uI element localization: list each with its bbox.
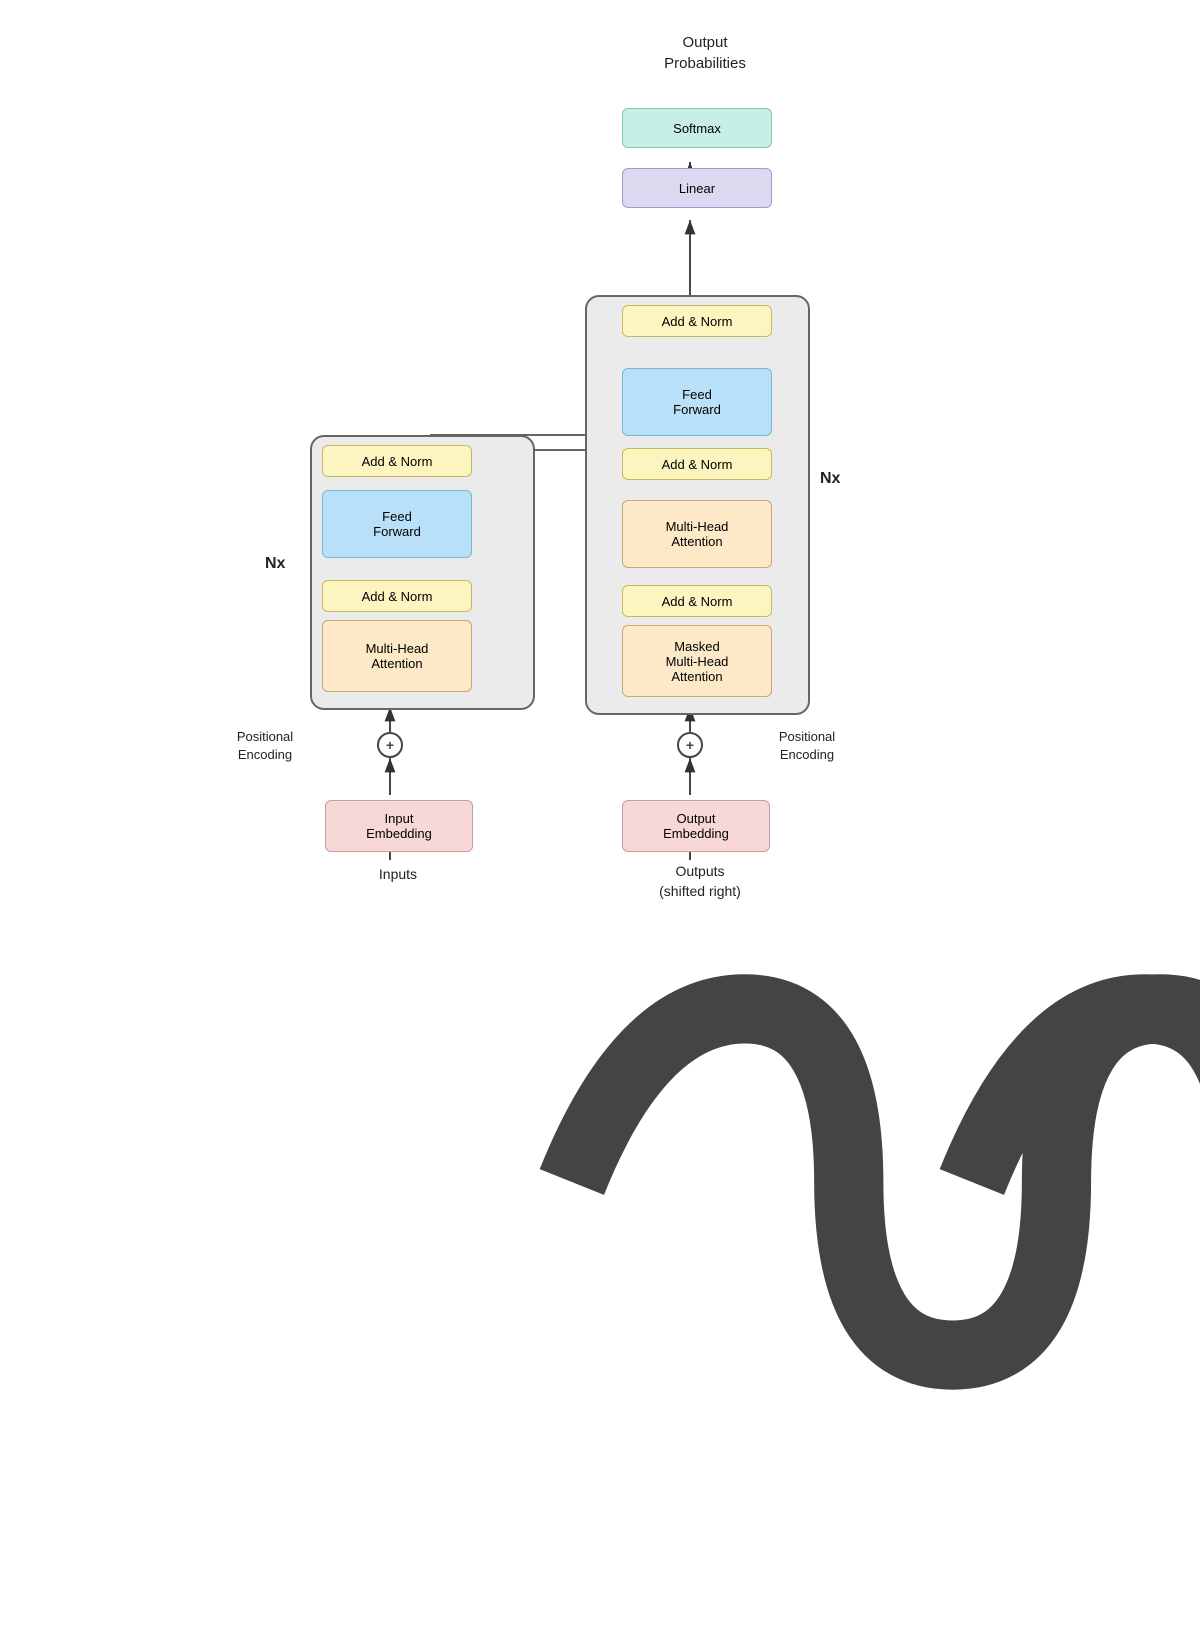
dec-add-norm-3: Add & Norm — [622, 305, 772, 337]
output-probabilities-label: OutputProbabilities — [625, 32, 785, 74]
enc-positional-wave — [318, 732, 344, 758]
outputs-label: Outputs(shifted right) — [630, 862, 770, 901]
enc-plus-circle: + — [377, 732, 403, 758]
enc-feed-forward: FeedForward — [322, 490, 472, 558]
inputs-label: Inputs — [358, 866, 438, 882]
dec-plus-circle: + — [677, 732, 703, 758]
softmax-box: Softmax — [622, 108, 772, 148]
dec-add-norm-2: Add & Norm — [622, 448, 772, 480]
enc-add-norm-1: Add & Norm — [322, 580, 472, 612]
dec-add-norm-1: Add & Norm — [622, 585, 772, 617]
output-embedding-box: OutputEmbedding — [622, 800, 770, 852]
input-embedding-box: InputEmbedding — [325, 800, 473, 852]
dec-feed-forward: FeedForward — [622, 368, 772, 436]
nx-decoder-label: Nx — [820, 470, 840, 488]
enc-multi-head-attention: Multi-HeadAttention — [322, 620, 472, 692]
dec-positional-label: PositionalEncoding — [752, 728, 862, 764]
enc-add-norm-2: Add & Norm — [322, 445, 472, 477]
linear-box: Linear — [622, 168, 772, 208]
dec-positional-wave — [718, 732, 744, 758]
enc-positional-label: PositionalEncoding — [215, 728, 315, 764]
nx-encoder-label: Nx — [265, 555, 285, 573]
dec-multi-head-attention: Multi-HeadAttention — [622, 500, 772, 568]
dec-masked-multi-head: MaskedMulti-HeadAttention — [622, 625, 772, 697]
